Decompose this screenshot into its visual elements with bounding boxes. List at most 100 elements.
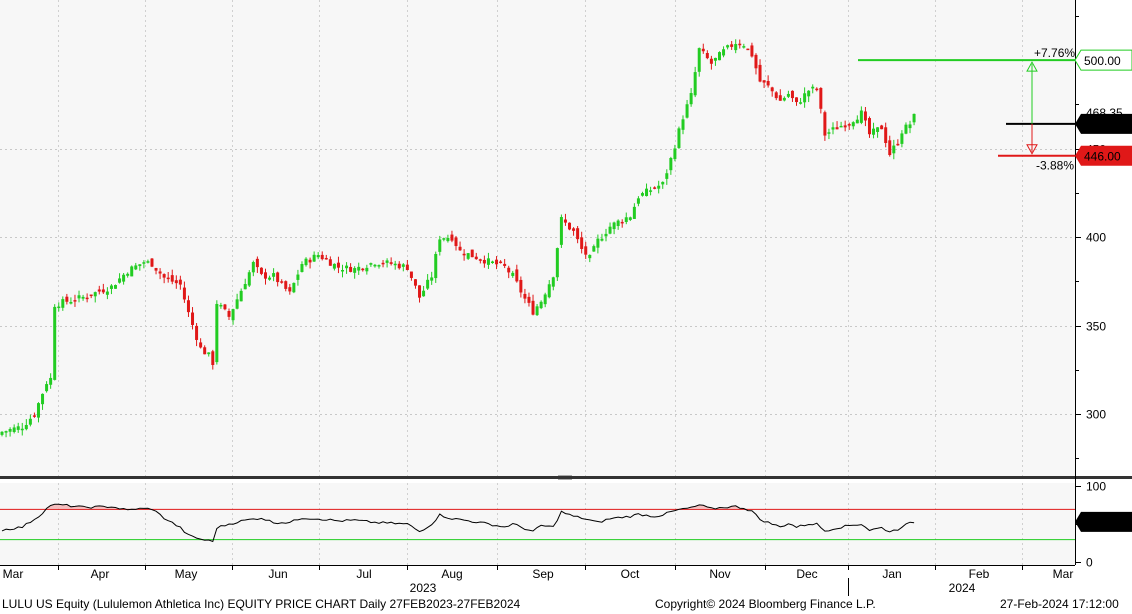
- rsi-value-tag-label: 52.8294: [1084, 516, 1128, 530]
- candle-up: [215, 303, 219, 363]
- candle-down: [223, 304, 227, 310]
- candle-down: [32, 415, 36, 417]
- candle-up: [588, 254, 592, 259]
- candle-down: [349, 266, 353, 272]
- candle-up: [543, 294, 547, 305]
- candle-up: [8, 429, 12, 432]
- candle-down: [896, 143, 900, 146]
- candle-up: [628, 217, 632, 220]
- candle-up: [839, 125, 843, 128]
- candle-down: [563, 219, 567, 223]
- candle-up: [876, 127, 880, 132]
- candle-up: [442, 238, 446, 240]
- candle-up: [855, 119, 859, 124]
- copyright-notice: Copyright© 2024 Bloomberg Finance L.P.: [655, 597, 876, 611]
- candle-up: [426, 279, 430, 289]
- candle-up: [661, 181, 665, 185]
- time-axis-month-label: Mar: [3, 567, 24, 581]
- candle-down: [97, 289, 101, 292]
- security-description: LULU US Equity (Lululemon Athletica Inc)…: [2, 597, 521, 611]
- candle-down: [527, 296, 531, 303]
- candle-down: [409, 271, 413, 278]
- candle-down: [397, 263, 401, 269]
- candle-up: [373, 264, 377, 267]
- time-axis-month-label: Sep: [532, 567, 554, 581]
- candle-up: [604, 233, 608, 237]
- candle-down: [499, 261, 503, 264]
- candle-down: [276, 272, 280, 283]
- time-axis-year-label: 2023: [410, 581, 437, 595]
- candle-down: [203, 347, 207, 355]
- time-axis-year-label: 2024: [949, 581, 976, 595]
- candle-down: [819, 88, 823, 109]
- candle-down: [880, 125, 884, 130]
- candle-up: [681, 119, 685, 130]
- candle-down: [470, 249, 474, 258]
- candle-down: [328, 259, 332, 266]
- candle-up: [231, 309, 235, 321]
- candle-up: [640, 193, 644, 196]
- candle-up: [717, 52, 721, 61]
- candle-down: [795, 97, 799, 103]
- candle-up: [134, 265, 138, 270]
- candle-down: [754, 54, 758, 69]
- candle-down: [458, 246, 462, 251]
- candle-down: [101, 289, 105, 293]
- candle-down: [867, 118, 871, 135]
- candle-up: [486, 258, 490, 265]
- bloomberg-chart-window: 300350400450 050100 MarAprMayJunJulAugSe…: [0, 0, 1132, 614]
- candle-down: [863, 111, 867, 121]
- time-axis-month-label: Mar: [1053, 567, 1074, 581]
- candle-down: [705, 52, 709, 59]
- candle-down: [166, 277, 170, 280]
- candle-down: [584, 246, 588, 255]
- candle-up: [665, 173, 669, 179]
- candle-up: [61, 299, 65, 308]
- candle-down: [835, 127, 839, 130]
- candle-up: [904, 124, 908, 134]
- candle-up: [138, 264, 142, 267]
- rsi-axis-tick-label: 100: [1086, 480, 1106, 494]
- candle-down: [701, 48, 705, 52]
- candle-up: [36, 403, 40, 418]
- candle-up: [693, 72, 697, 96]
- candle-down: [450, 234, 454, 241]
- candle-up: [114, 285, 118, 289]
- candle-up: [69, 301, 73, 304]
- candle-down: [778, 95, 782, 101]
- price-axis: 300350400450: [1075, 16, 1106, 459]
- candle-up: [616, 220, 620, 227]
- candle-down: [478, 259, 482, 261]
- candle-up: [632, 206, 636, 219]
- candle-down: [85, 297, 89, 300]
- candle-down: [336, 262, 340, 268]
- candle-up: [81, 296, 85, 299]
- candle-down: [888, 140, 892, 156]
- candle-down: [211, 351, 215, 365]
- price-axis-tick-label: 350: [1086, 320, 1106, 334]
- time-axis-month-label: Jun: [268, 567, 287, 581]
- candle-down: [178, 279, 182, 285]
- candle-down: [758, 64, 762, 82]
- time-axis-month-label: Jan: [882, 567, 901, 581]
- candle-up: [292, 282, 296, 293]
- candle-up: [490, 261, 494, 264]
- candle-up: [592, 246, 596, 252]
- candle-up: [807, 90, 811, 97]
- candle-down: [738, 43, 742, 46]
- candle-up: [41, 393, 45, 405]
- candle-up: [803, 93, 807, 103]
- time-axis-month-label: May: [175, 567, 198, 581]
- candle-up: [142, 262, 146, 264]
- candle-down: [843, 125, 847, 128]
- candle-down: [507, 267, 511, 273]
- candle-up: [547, 284, 551, 298]
- candle-down: [199, 342, 203, 348]
- candle-down: [762, 80, 766, 83]
- candle-up: [551, 277, 555, 287]
- candle-down: [263, 272, 267, 279]
- candle-down: [568, 222, 572, 230]
- time-axis-month-label: Feb: [969, 567, 990, 581]
- candle-up: [636, 198, 640, 204]
- candle-up: [726, 45, 730, 48]
